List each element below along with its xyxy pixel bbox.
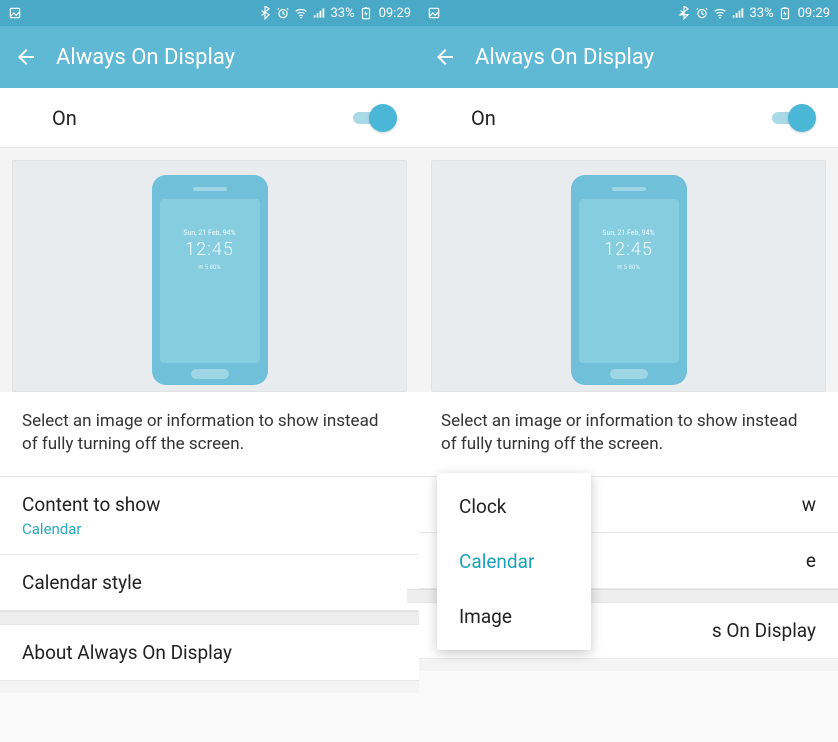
preview-date: Sun, 21 Feb, 94% [579,229,679,237]
back-icon[interactable] [14,45,38,69]
preview-time: 12:45 [160,239,260,260]
battery-charging-icon [359,6,373,20]
content-to-show-value: Calendar [22,520,397,538]
settings-list: Content to show Calendar Calendar style … [0,477,419,681]
back-icon[interactable] [433,45,457,69]
preview-card: Sun, 21 Feb, 94% 12:45 ✉ 5 80% [12,160,407,392]
wifi-icon [294,6,308,20]
status-bar: 33% 09:29 [0,0,419,26]
content-area: Sun, 21 Feb, 94% 12:45 ✉ 5 80% Select an… [0,148,419,693]
master-toggle-row[interactable]: On [419,88,838,148]
app-bar: Always On Display [0,26,419,88]
content-to-show-item[interactable]: Content to show Calendar [0,477,419,555]
battery-percent: 33% [330,6,354,21]
status-time: 09:29 [798,6,830,21]
toggle-switch[interactable] [772,104,816,132]
status-bar: 33% 09:29 [419,0,838,26]
battery-charging-icon [778,6,792,20]
description-text: Select an image or information to show i… [0,392,419,477]
content-to-show-popup: Clock Calendar Image [437,473,591,650]
screenshot-icon [427,6,441,20]
alarm-icon [695,6,709,20]
preview-subline: ✉ 5 80% [160,264,260,271]
calendar-style-item[interactable]: Calendar style [0,555,419,611]
section-divider [0,611,431,625]
signal-icon [731,6,745,20]
preview-date: Sun, 21 Feb, 94% [160,229,260,237]
preview-subline: ✉ 5 80% [579,264,679,271]
toggle-label: On [52,106,77,130]
phone-mockup: Sun, 21 Feb, 94% 12:45 ✉ 5 80% [571,175,687,385]
preview-time: 12:45 [579,239,679,260]
screenshot-icon [8,6,22,20]
app-bar: Always On Display [419,26,838,88]
toggle-label: On [471,106,496,130]
description-text: Select an image or information to show i… [419,392,838,477]
signal-icon [312,6,326,20]
toggle-switch[interactable] [353,104,397,132]
screen-right: 33% 09:29 Always On Display On Sun, 21 F… [419,0,838,742]
preview-card: Sun, 21 Feb, 94% 12:45 ✉ 5 80% [431,160,826,392]
popup-option-calendar[interactable]: Calendar [437,534,591,589]
about-item[interactable]: About Always On Display [0,625,419,681]
master-toggle-row[interactable]: On [0,88,419,148]
alarm-icon [276,6,290,20]
phone-mockup: Sun, 21 Feb, 94% 12:45 ✉ 5 80% [152,175,268,385]
popup-option-image[interactable]: Image [437,589,591,644]
bluetooth-icon [258,6,272,20]
wifi-icon [713,6,727,20]
popup-option-clock[interactable]: Clock [437,479,591,534]
page-title: Always On Display [56,45,235,70]
bluetooth-icon [677,6,691,20]
screen-left: 33% 09:29 Always On Display On Sun, 21 F… [0,0,419,742]
battery-percent: 33% [749,6,773,21]
page-title: Always On Display [475,45,654,70]
status-time: 09:29 [379,6,411,21]
